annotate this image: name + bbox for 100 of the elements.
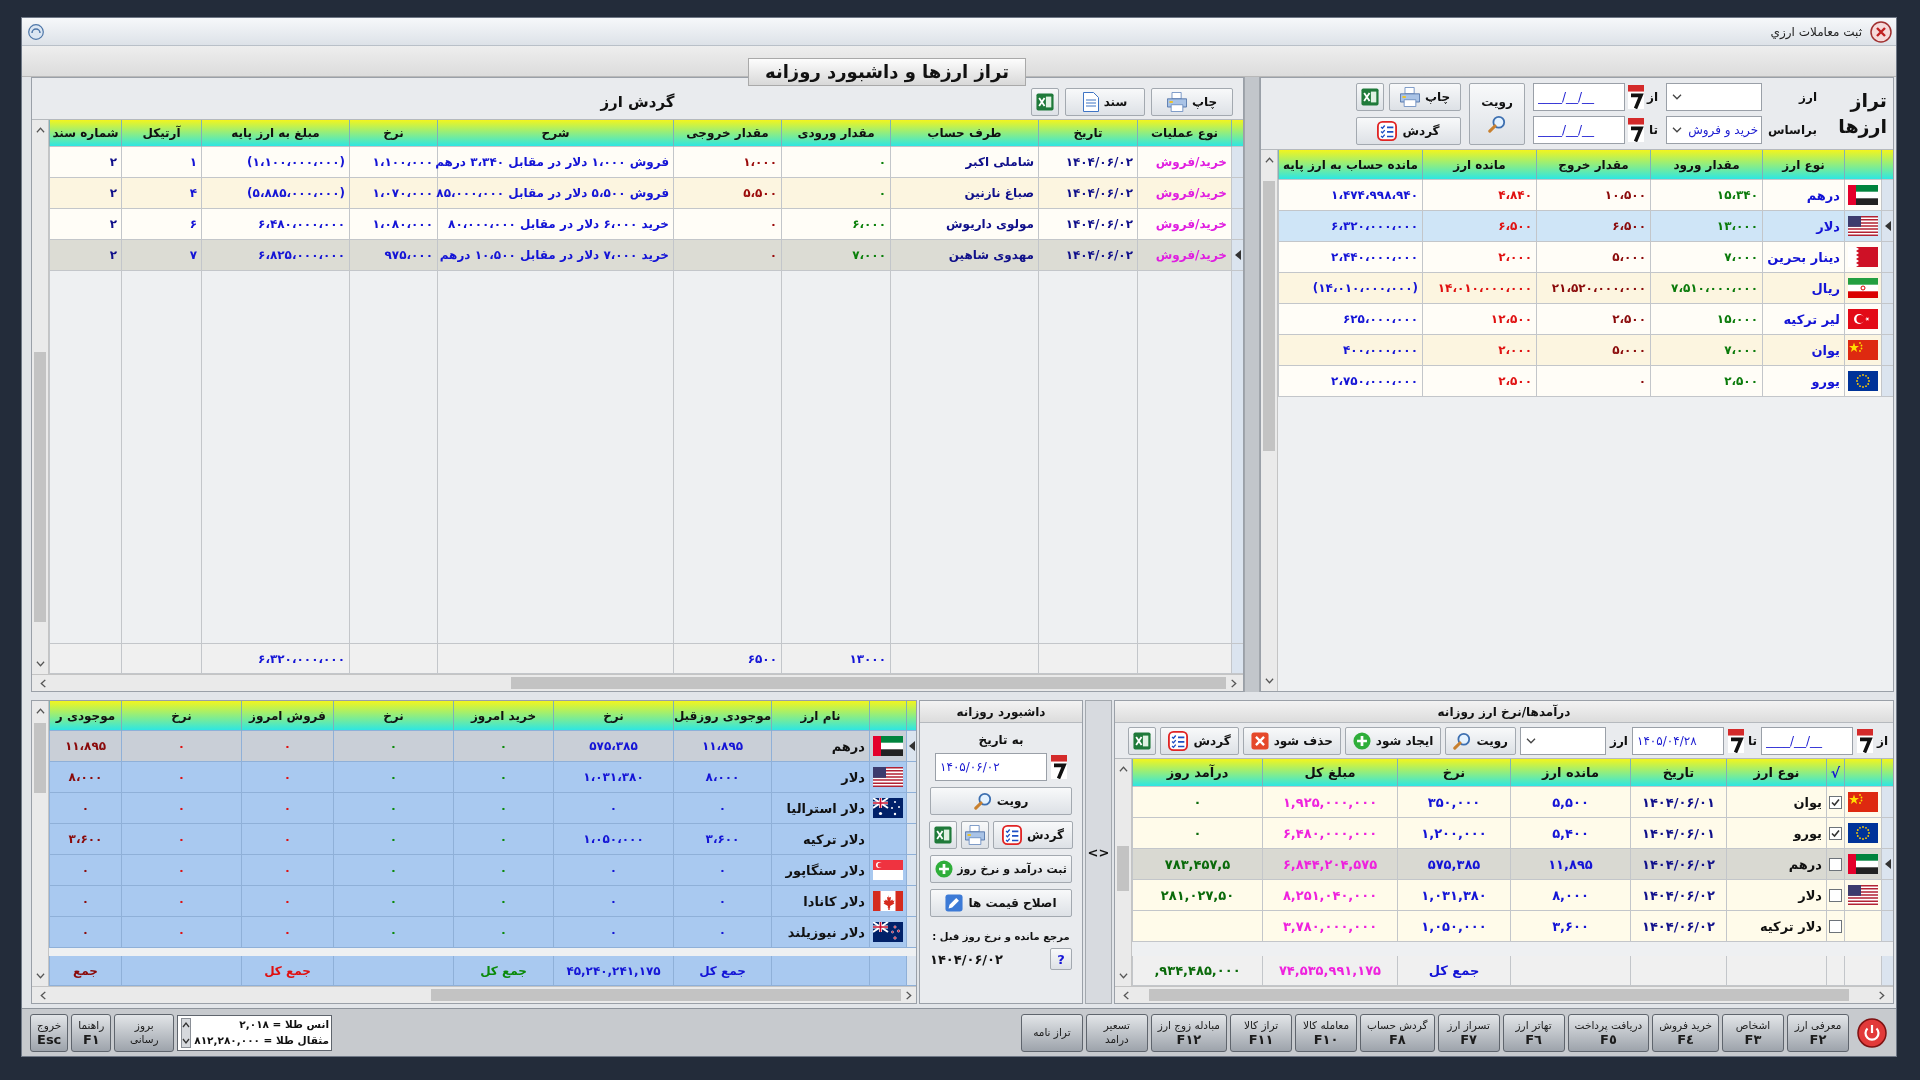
turnover-button[interactable]: گردش <box>1160 726 1239 755</box>
view-button[interactable]: رویت <box>930 787 1072 815</box>
date-field[interactable]: ۱۴۰۵/۰۶/۰۲ <box>935 753 1047 781</box>
print-button[interactable] <box>961 821 989 849</box>
scrollbar[interactable] <box>1115 759 1132 986</box>
table-row[interactable]: دلار استرالیا ۰ ۰ ۰ ۰ ۰ ۰ ۰ <box>49 793 916 824</box>
turnover-button[interactable]: گردش <box>1356 116 1461 145</box>
excel-button[interactable] <box>1356 82 1384 111</box>
document-button[interactable]: سند <box>1065 88 1145 116</box>
calendar-icon[interactable] <box>1727 728 1744 753</box>
checkbox[interactable] <box>1829 826 1842 840</box>
caret-icon[interactable] <box>1672 127 1683 133</box>
turnover-button[interactable]: گردش <box>993 821 1073 849</box>
table-row[interactable]: درهم ۱۱،۸۹۵ ۵۷۵،۳۸۵ ۰ ۰ ۰ ۰ ۱۱،۸۹۵ <box>49 731 916 762</box>
calendar-icon[interactable] <box>1051 755 1067 779</box>
toolbar-button[interactable]: راهنما F١ <box>71 1013 112 1052</box>
close-button[interactable] <box>1870 20 1892 43</box>
delete-button[interactable]: حذف شود <box>1242 726 1341 755</box>
table-row[interactable]: دلار ترکیه ۱۴۰۴/۰۶/۰۲ ۳,۶۰۰ ۱,۰۵۰,۰۰۰ ۳,۷۸۰,۰۰۰,۰۰۰ <box>1132 911 1893 942</box>
scroll-down-icon[interactable] <box>1264 678 1274 684</box>
caret-icon[interactable] <box>1526 737 1536 744</box>
toolbar-button[interactable]: تهاتر ارز F٦ <box>1502 1013 1565 1052</box>
table-row[interactable]: دلار سنگاپور ۰ ۰ ۰ ۰ ۰ ۰ ۰ <box>49 855 916 886</box>
toolbar-button[interactable]: تراز نامه <box>1020 1013 1083 1052</box>
date-field[interactable]: ____/__/__ <box>1533 116 1625 144</box>
scrollbar-thumb[interactable] <box>34 723 46 793</box>
row-selector[interactable] <box>906 731 916 762</box>
row-selector[interactable] <box>1881 849 1893 880</box>
scrollbar-thumb[interactable] <box>1149 989 1849 1001</box>
calendar-icon[interactable] <box>1856 728 1873 753</box>
table-row[interactable]: دلار ۱۳،۰۰۰ ۶،۵۰۰ ۶،۵۰۰ ۶،۳۲۰،۰۰۰،۰۰۰ <box>1278 211 1893 242</box>
excel-button[interactable] <box>1128 726 1157 755</box>
excel-button[interactable] <box>1031 88 1059 116</box>
scroll-left-icon[interactable] <box>1123 990 1129 1000</box>
table-row[interactable]: دلار نیوزیلند ۰ ۰ ۰ ۰ ۰ ۰ ۰ <box>49 917 916 948</box>
basis-dropdown[interactable]: خرید و فروش <box>1666 116 1763 144</box>
print-button[interactable]: چاپ <box>1389 82 1461 111</box>
scrollbar[interactable] <box>1115 986 1893 1003</box>
scroll-right-icon[interactable] <box>1231 678 1237 688</box>
caret-icon[interactable] <box>1672 94 1683 100</box>
scroll-up-icon[interactable] <box>35 708 45 714</box>
toolbar-button[interactable]: تسراز ارز F٧ <box>1437 1013 1500 1052</box>
calendar-icon[interactable] <box>1628 118 1644 142</box>
scrollbar[interactable] <box>32 701 49 986</box>
scroll-down-icon[interactable] <box>35 973 45 979</box>
scrollbar-thumb[interactable] <box>1263 181 1275 451</box>
scrollbar[interactable] <box>32 674 1243 691</box>
toolbar-button[interactable]: بروز رسانی <box>114 1013 175 1052</box>
scrollbar-thumb[interactable] <box>1117 846 1129 891</box>
table-row[interactable]: دلار کانادا ۰ ۰ ۰ ۰ ۰ ۰ ۰ <box>49 886 916 917</box>
create-button[interactable]: ایجاد شود <box>1344 726 1442 755</box>
toolbar-button[interactable]: تسعیر درامد <box>1085 1013 1148 1052</box>
toolbar-button[interactable]: گردش حساب F٨ <box>1360 1013 1435 1052</box>
toolbar-button[interactable]: تراز کالا F١١ <box>1230 1013 1292 1052</box>
table-row[interactable]: دلار ۸،۰۰۰ ۱،۰۳۱،۳۸۰ ۰ ۰ ۰ ۰ ۸،۰۰۰ <box>49 762 916 793</box>
help-button[interactable]: ? <box>1050 948 1072 970</box>
row-selector[interactable] <box>1231 240 1243 271</box>
print-button[interactable]: چاپ <box>1151 88 1233 116</box>
table-row[interactable]: یوان ۱۴۰۴/۰۶/۰۱ ۵,۵۰۰ ۳۵۰,۰۰۰ ۱,۹۲۵,۰۰۰,۰۰۰ ۰ <box>1132 787 1893 818</box>
table-row[interactable]: لیر ترکیه ۱۵،۰۰۰ ۲،۵۰۰ ۱۲،۵۰۰ ۶۲۵،۰۰۰،۰۰۰ <box>1278 304 1893 335</box>
scroll-left-icon[interactable] <box>40 990 46 1000</box>
edit-prices-button[interactable]: اصلاح قیمت ها <box>930 889 1072 917</box>
view-button[interactable]: رویت <box>1445 726 1516 755</box>
scrollbar-thumb[interactable] <box>34 352 46 622</box>
scroll-right-icon[interactable] <box>906 990 912 1000</box>
scroll-up-icon[interactable] <box>35 127 45 133</box>
table-row[interactable]: یورو ۱۴۰۴/۰۶/۰۱ ۵,۴۰۰ ۱,۲۰۰,۰۰۰ ۶,۴۸۰,۰۰۰,۰۰۰ ۰ <box>1132 818 1893 849</box>
date-field[interactable]: ۱۴۰۵/۰۴/۲۸ <box>1631 726 1724 755</box>
excel-button[interactable] <box>929 821 957 849</box>
scroll-up-icon[interactable] <box>1118 766 1128 772</box>
table-row[interactable]: دینار بحرین ۷،۰۰۰ ۵،۰۰۰ ۲،۰۰۰ ۲،۴۴۰،۰۰۰،۰۰۰ <box>1278 242 1893 273</box>
toolbar-button[interactable]: معرفی ارز F٢ <box>1787 1013 1849 1052</box>
scrollbar[interactable] <box>32 120 49 674</box>
table-row[interactable]: یورو ۲،۵۰۰ ۰ ۲،۵۰۰ ۲،۷۵۰،۰۰۰،۰۰۰ <box>1278 366 1893 397</box>
power-button[interactable] <box>1856 1016 1888 1049</box>
table-row[interactable]: خرید/فروش ۱۴۰۴/۰۶/۰۲ مولوی داریوش ۶،۰۰۰ ۰ خرید ۶،۰۰۰ دلار در مقابل ۸۰،۰۰۰،۰۰۰ ۱،۰۸۰،۰۰۰ ۶،۴۸۰،۰۰۰،۰۰۰ ۶ ۲ <box>49 209 1243 240</box>
scroll-up-icon[interactable] <box>1264 157 1274 163</box>
checkbox[interactable] <box>1829 857 1842 871</box>
view-button[interactable]: رویت <box>1469 82 1525 145</box>
toolbar-button[interactable]: اشخاص F٣ <box>1722 1013 1784 1052</box>
date-field[interactable]: ____/__/__ <box>1533 83 1625 111</box>
toolbar-button[interactable]: معامله کالا F١٠ <box>1295 1013 1357 1052</box>
table-row[interactable]: خرید/فروش ۱۴۰۴/۰۶/۰۲ مهدوی شاهین ۷،۰۰۰ ۰ خرید ۷،۰۰۰ دلار در مقابل ۱۰،۵۰۰ درهم ۹۷۵،۰۰۰ ۶،۸۲۵،۰۰۰،۰۰۰ ۷ ۲ <box>49 240 1243 271</box>
table-row[interactable]: دلار ترکیه ۳،۶۰۰ ۱،۰۵۰،۰۰۰ ۰ ۰ ۰ ۰ ۳،۶۰۰ <box>49 824 916 855</box>
scroll-down-icon[interactable] <box>1118 973 1128 979</box>
register-rates-button[interactable]: ثبت درآمد و نرخ روز <box>930 855 1072 883</box>
toolbar-button[interactable]: خرید فروش F٤ <box>1652 1013 1719 1052</box>
row-selector[interactable] <box>1881 211 1893 242</box>
scrollbar-thumb[interactable] <box>511 677 1226 689</box>
checkbox[interactable] <box>1829 888 1842 902</box>
toolbar-button[interactable]: مبادله زوج ارز F١٢ <box>1150 1013 1227 1052</box>
scroll-down-icon[interactable] <box>35 661 45 667</box>
toolbar-button[interactable]: دریافت پرداخت F٥ <box>1567 1013 1650 1052</box>
date-field[interactable]: ____/__/__ <box>1760 726 1853 755</box>
scroll-left-icon[interactable] <box>40 678 46 688</box>
table-row[interactable]: یوان ۷،۰۰۰ ۵،۰۰۰ ۲،۰۰۰ ۴۰۰،۰۰۰،۰۰۰ <box>1278 335 1893 366</box>
checkbox[interactable] <box>1829 919 1842 933</box>
table-row[interactable]: ریال ۷،۵۱۰،۰۰۰،۰۰۰ ۲۱،۵۲۰،۰۰۰،۰۰۰ ۱۴،۰۱۰،۰۰۰،۰۰۰ (۱۴،۰۱۰،۰۰۰،۰۰۰) <box>1278 273 1893 304</box>
scroll-right-icon[interactable] <box>1879 990 1885 1000</box>
scrollbar[interactable] <box>1261 150 1278 691</box>
